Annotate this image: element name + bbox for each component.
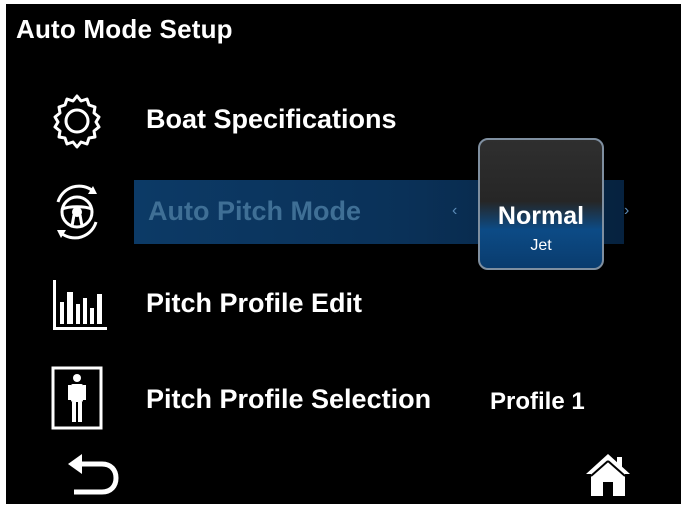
back-arrow-icon[interactable] — [64, 454, 120, 503]
mode-selector-popup[interactable]: Normal Jet — [478, 138, 604, 270]
chevron-right-icon[interactable]: › — [624, 202, 629, 220]
person-icon — [44, 366, 110, 430]
gear-icon — [44, 88, 110, 152]
screen: Auto Mode Setup Boat Specifications Auto… — [6, 4, 681, 504]
home-icon[interactable] — [584, 452, 632, 503]
steering-wheel-icon — [44, 180, 110, 244]
chevron-left-icon[interactable]: ‹ — [452, 202, 457, 220]
menu-item-pitch-profile-edit[interactable]: Pitch Profile Edit — [6, 272, 681, 336]
menu-label-pitch-profile-edit: Pitch Profile Edit — [146, 288, 363, 318]
menu-label-auto-pitch-mode: Auto Pitch Mode — [148, 196, 361, 226]
mode-selected-value: Normal — [497, 202, 585, 230]
menu-label-boat-specifications: Boat Specifications — [146, 104, 397, 134]
mode-sub-label: Jet — [530, 237, 552, 254]
page-title: Auto Mode Setup — [16, 14, 233, 44]
bar-chart-icon — [44, 272, 110, 336]
menu-label-pitch-profile-selection: Pitch Profile Selection — [146, 384, 432, 414]
profile-value: Profile 1 — [490, 388, 585, 415]
